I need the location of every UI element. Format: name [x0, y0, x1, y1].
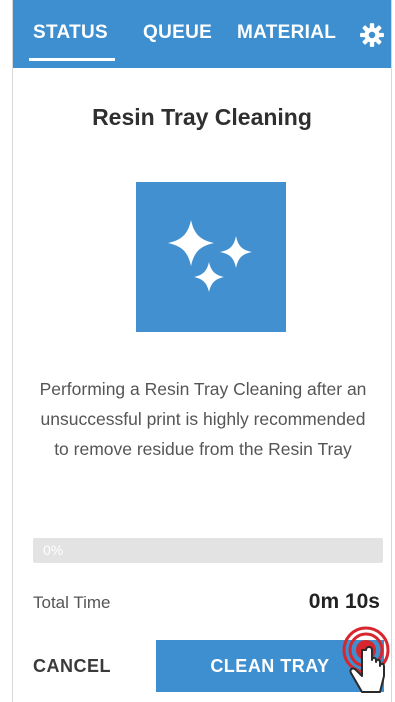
cancel-button[interactable]: CANCEL: [33, 640, 133, 692]
progress-label: 0%: [43, 542, 64, 558]
page-title: Resin Tray Cleaning: [92, 104, 312, 130]
clean-tray-button[interactable]: CLEAN TRAY: [156, 640, 384, 692]
tab-queue[interactable]: QUEUE: [143, 22, 212, 44]
progress-bar: 0%: [33, 538, 383, 563]
total-time-label: Total Time: [33, 593, 111, 612]
app-screen: STATUS QUEUE MATERIAL Resin Tray Cleanin…: [12, 0, 392, 702]
total-time-value: 0m 10s: [308, 590, 380, 613]
tab-material[interactable]: MATERIAL: [237, 22, 336, 44]
gear-icon[interactable]: [359, 22, 385, 48]
active-tab-indicator: [29, 58, 115, 61]
sparkle-icon: [136, 182, 286, 332]
tab-status[interactable]: STATUS: [33, 22, 108, 44]
top-nav-bar: STATUS QUEUE MATERIAL: [13, 0, 391, 68]
description-text: Performing a Resin Tray Cleaning after a…: [39, 379, 367, 459]
